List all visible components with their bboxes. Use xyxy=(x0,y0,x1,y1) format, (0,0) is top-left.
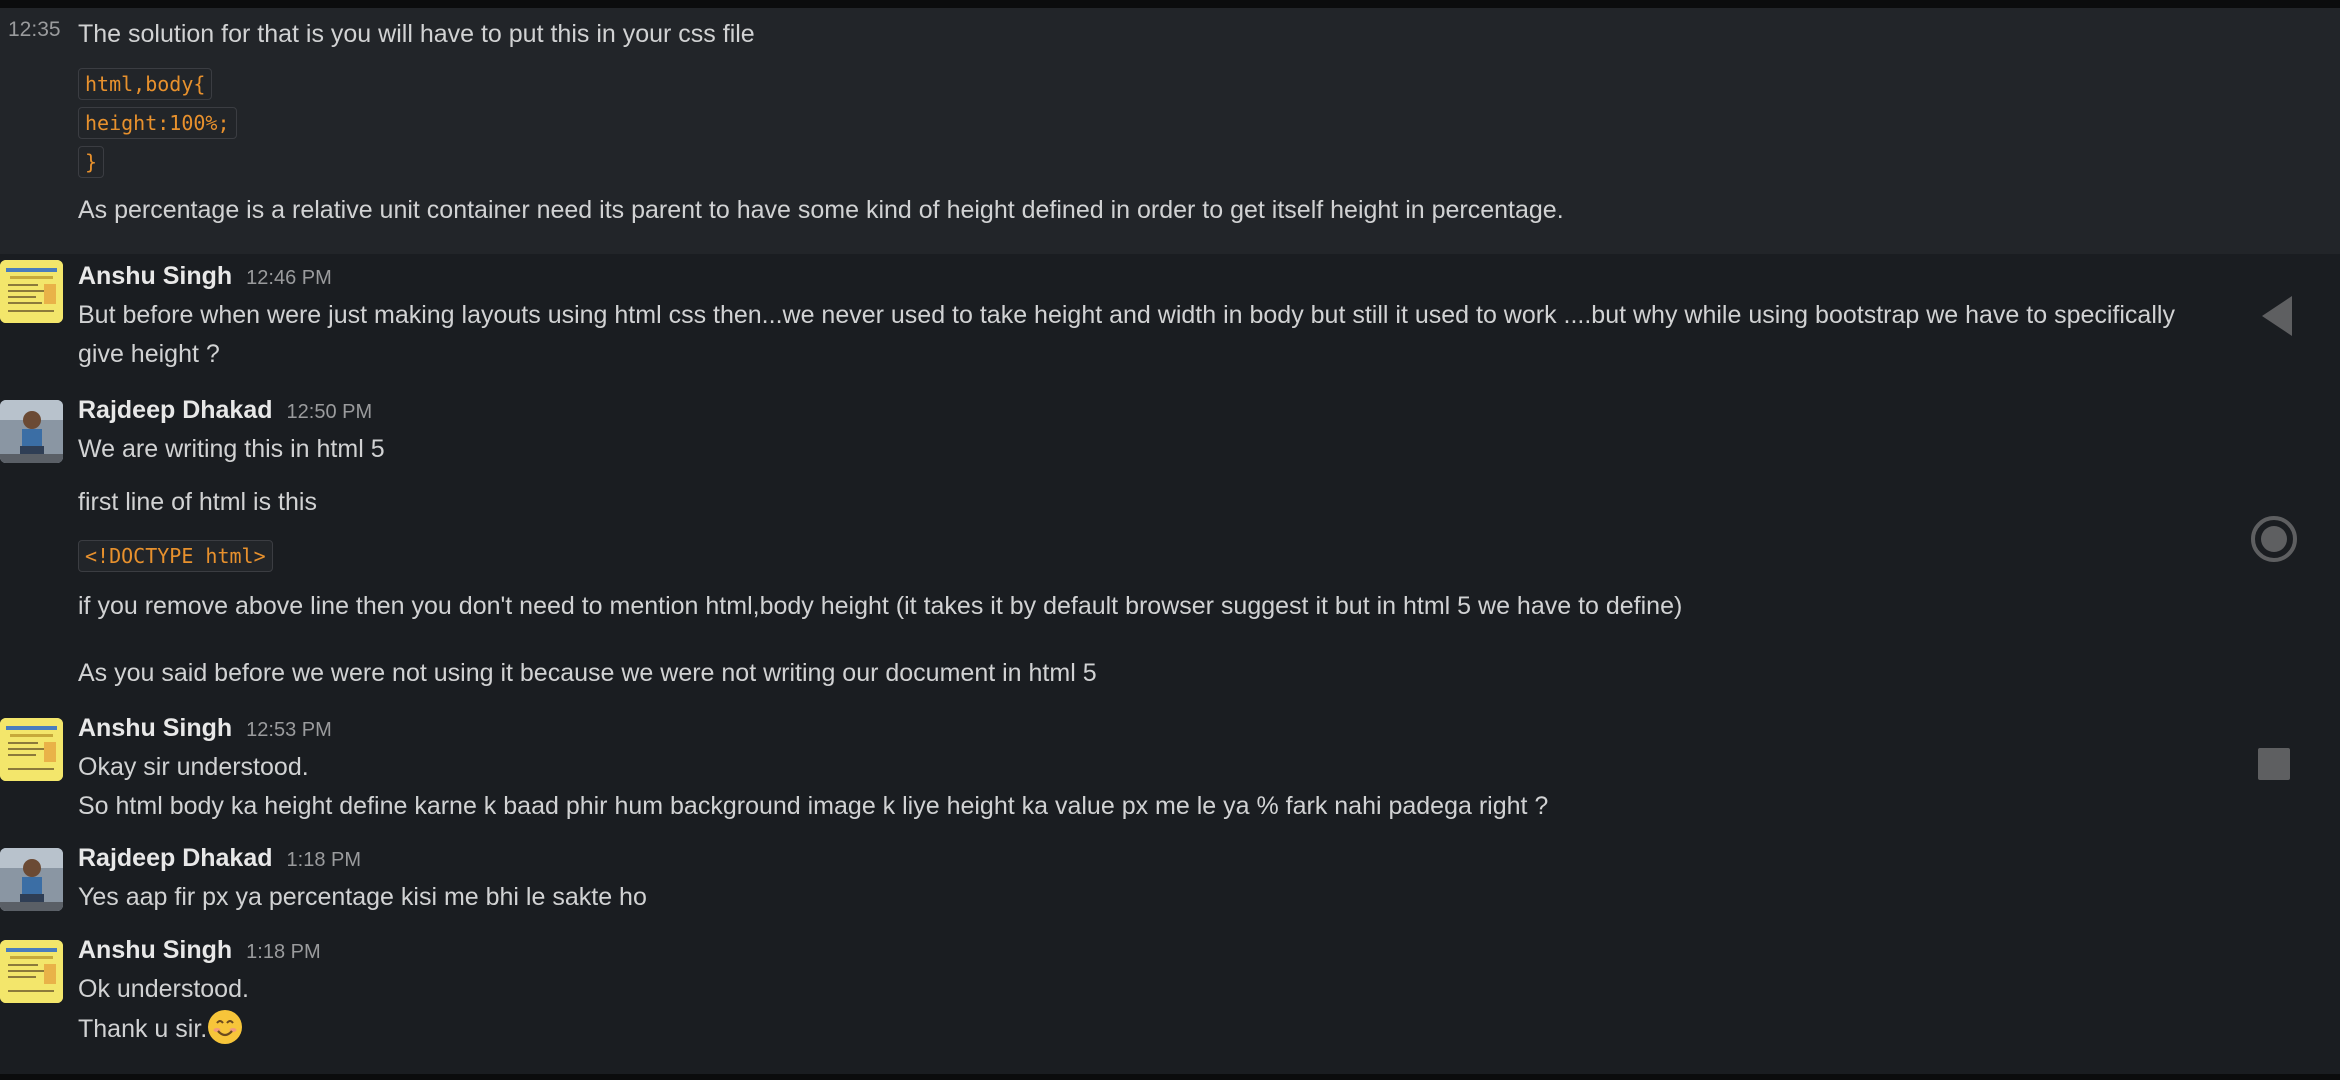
code-snippet: height:100%; xyxy=(78,103,2250,142)
message-item: 12:35 The solution for that is you will … xyxy=(0,8,2250,254)
message-header: Anshu Singh 12:53 PM xyxy=(78,714,2248,748)
message-timestamp[interactable]: 12:53 PM xyxy=(246,719,332,742)
avatar[interactable] xyxy=(0,940,63,1003)
message-text: Yes aap fir px ya percentage kisi me bhi… xyxy=(78,883,647,911)
hover-timestamp[interactable]: 12:35 xyxy=(8,18,61,42)
author-name[interactable]: Rajdeep Dhakad xyxy=(78,396,273,425)
avatar-image xyxy=(0,940,63,1003)
message-text-fragment: Thank u sir. xyxy=(78,1015,208,1043)
message-text: The solution for that is you will have t… xyxy=(78,20,755,48)
message-header: Anshu Singh 1:18 PM xyxy=(78,936,2248,970)
message-timestamp[interactable]: 1:18 PM xyxy=(246,941,320,964)
message-text: As you said before we were not using it … xyxy=(78,659,1097,687)
back-triangle-icon[interactable] xyxy=(2262,296,2292,336)
message-list: 12:35 The solution for that is you will … xyxy=(0,8,2250,392)
message-header: Rajdeep Dhakad 12:50 PM xyxy=(78,396,2248,430)
bottom-edge xyxy=(0,1074,2340,1080)
avatar[interactable] xyxy=(0,718,63,781)
smiling-face-icon xyxy=(207,1009,243,1045)
message-text: As percentage is a relative unit contain… xyxy=(78,196,1564,224)
message-text: if you remove above line then you don't … xyxy=(78,592,1683,620)
message-timestamp[interactable]: 12:46 PM xyxy=(246,267,332,290)
recent-square-icon[interactable] xyxy=(2258,748,2290,780)
status-bar-edge xyxy=(0,0,2340,8)
avatar[interactable] xyxy=(0,260,63,323)
avatar-image xyxy=(0,400,63,463)
author-name[interactable]: Anshu Singh xyxy=(78,262,232,291)
message-text: So html body ka height define karne k ba… xyxy=(78,792,1549,820)
message-text: Thank u sir. xyxy=(78,1009,2248,1049)
message-text: first line of html is this xyxy=(78,488,317,516)
message-timestamp[interactable]: 12:50 PM xyxy=(287,401,373,424)
message-text: Ok understood. xyxy=(78,975,249,1003)
avatar-image xyxy=(0,260,63,323)
message-timestamp[interactable]: 1:18 PM xyxy=(287,849,361,872)
message-text: give height ? xyxy=(78,340,220,368)
avatar[interactable] xyxy=(0,848,63,911)
home-circle-icon[interactable] xyxy=(2251,516,2297,562)
avatar[interactable] xyxy=(0,400,63,463)
author-name[interactable]: Anshu Singh xyxy=(78,714,232,743)
avatar-image xyxy=(0,718,63,781)
message-header: Rajdeep Dhakad 1:18 PM xyxy=(78,844,2248,878)
message-text: Okay sir understood. xyxy=(78,753,309,781)
message-item: Anshu Singh 12:46 PM But before when wer… xyxy=(0,254,2250,392)
message-text: But before when were just making layouts… xyxy=(78,301,2175,329)
avatar-image xyxy=(0,848,63,911)
author-name[interactable]: Rajdeep Dhakad xyxy=(78,844,273,873)
message-text: We are writing this in html 5 xyxy=(78,435,385,463)
author-name[interactable]: Anshu Singh xyxy=(78,936,232,965)
code-snippet: <!DOCTYPE html> xyxy=(78,536,2248,575)
message-header: Anshu Singh 12:46 PM xyxy=(78,262,2250,296)
code-snippet: } xyxy=(78,142,2250,181)
code-snippet: html,body{ xyxy=(78,64,2250,103)
